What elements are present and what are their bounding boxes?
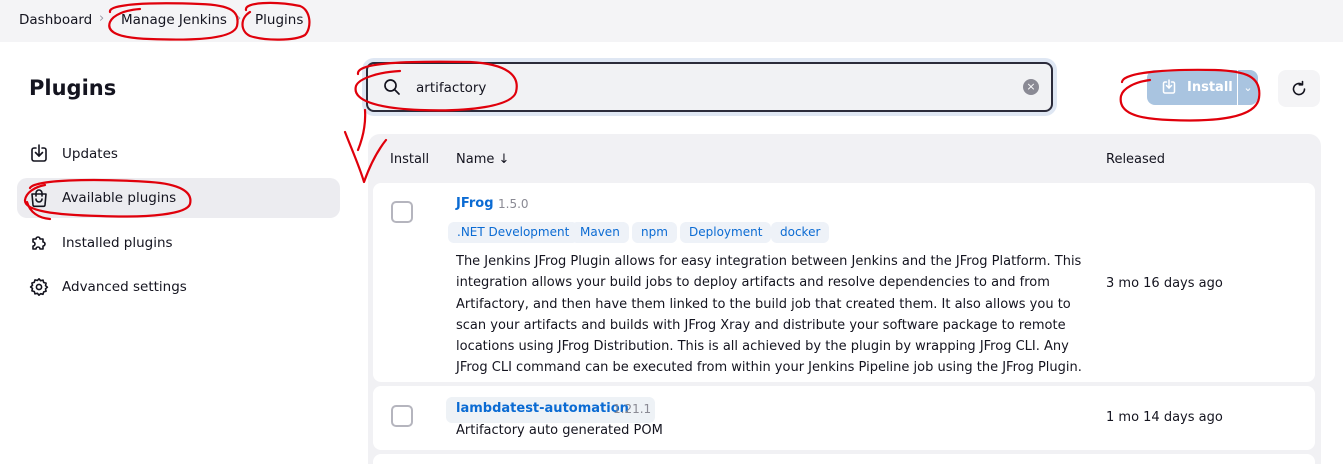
page-title: Plugins	[29, 76, 117, 100]
sidebar-item-label: Advanced settings	[62, 279, 187, 295]
install-checkbox[interactable]	[391, 405, 413, 427]
install-button-label: Install	[1187, 80, 1233, 95]
plugins-table: Install Name ↓ Released JFrog 1.5.0 .NET…	[368, 134, 1321, 474]
table-row: lambdatest-automation 1.21.1 Artifactory…	[373, 386, 1315, 450]
plugin-version: 1.21.1	[613, 402, 652, 416]
category-tag[interactable]: docker	[771, 222, 830, 243]
plugin-description: Artifactory auto generated POM	[456, 423, 663, 438]
search-focus-ring: ×	[362, 58, 1057, 116]
released-date: 3 mo 16 days ago	[1106, 276, 1223, 291]
search-input[interactable]	[416, 78, 996, 98]
column-header-install: Install	[390, 152, 430, 167]
breadcrumb-plugins[interactable]: Plugins	[255, 12, 303, 28]
column-header-released: Released	[1106, 152, 1166, 167]
sidebar-item-label: Updates	[62, 146, 118, 162]
download-icon	[1162, 79, 1176, 94]
chevron-down-icon: ⌄	[1243, 81, 1253, 94]
category-tag[interactable]: Deployment	[680, 222, 772, 243]
shopping-bag-icon	[31, 189, 47, 208]
plugin-version: 1.5.0	[498, 197, 529, 211]
plugin-name-link[interactable]: JFrog	[456, 196, 494, 211]
search-icon	[384, 79, 400, 95]
refresh-button[interactable]	[1278, 70, 1320, 107]
sidebar-item-available-plugins[interactable]: Available plugins	[17, 178, 340, 218]
clear-icon[interactable]: ×	[1023, 79, 1039, 95]
sidebar-item-advanced-settings[interactable]: Advanced settings	[17, 267, 340, 307]
released-date: 1 mo 14 days ago	[1106, 410, 1223, 425]
sidebar-item-installed-plugins[interactable]: Installed plugins	[17, 223, 340, 263]
install-options-button[interactable]: ⌄	[1238, 70, 1258, 105]
install-checkbox[interactable]	[391, 201, 413, 223]
sidebar-item-updates[interactable]: Updates	[17, 134, 340, 174]
category-tag[interactable]: .NET Development	[448, 222, 579, 243]
column-header-name[interactable]: Name ↓	[456, 152, 509, 167]
sidebar-item-label: Installed plugins	[62, 235, 173, 251]
plugin-description: The Jenkins JFrog Plugin allows for easy…	[456, 254, 1082, 376]
install-button[interactable]: Install	[1147, 70, 1237, 105]
breadcrumb-separator: ›	[236, 11, 242, 26]
search-box[interactable]: ×	[366, 62, 1053, 112]
table-row	[373, 454, 1315, 474]
category-tag[interactable]: npm	[632, 222, 677, 243]
breadcrumb-dashboard[interactable]: Dashboard	[19, 12, 92, 28]
puzzle-icon	[32, 236, 46, 250]
download-icon	[31, 144, 47, 162]
breadcrumb-separator: ›	[99, 11, 105, 26]
gear-icon	[29, 278, 49, 296]
category-tag[interactable]: Maven	[571, 222, 629, 243]
breadcrumb: Dashboard › Manage Jenkins › Plugins	[0, 0, 1343, 42]
plugin-name-link[interactable]: lambdatest-automation	[456, 401, 629, 416]
refresh-icon	[1292, 80, 1306, 96]
table-row: JFrog 1.5.0 .NET Development Maven npm D…	[373, 183, 1315, 382]
breadcrumb-manage-jenkins[interactable]: Manage Jenkins	[121, 12, 227, 28]
sidebar-item-label: Available plugins	[62, 190, 177, 206]
